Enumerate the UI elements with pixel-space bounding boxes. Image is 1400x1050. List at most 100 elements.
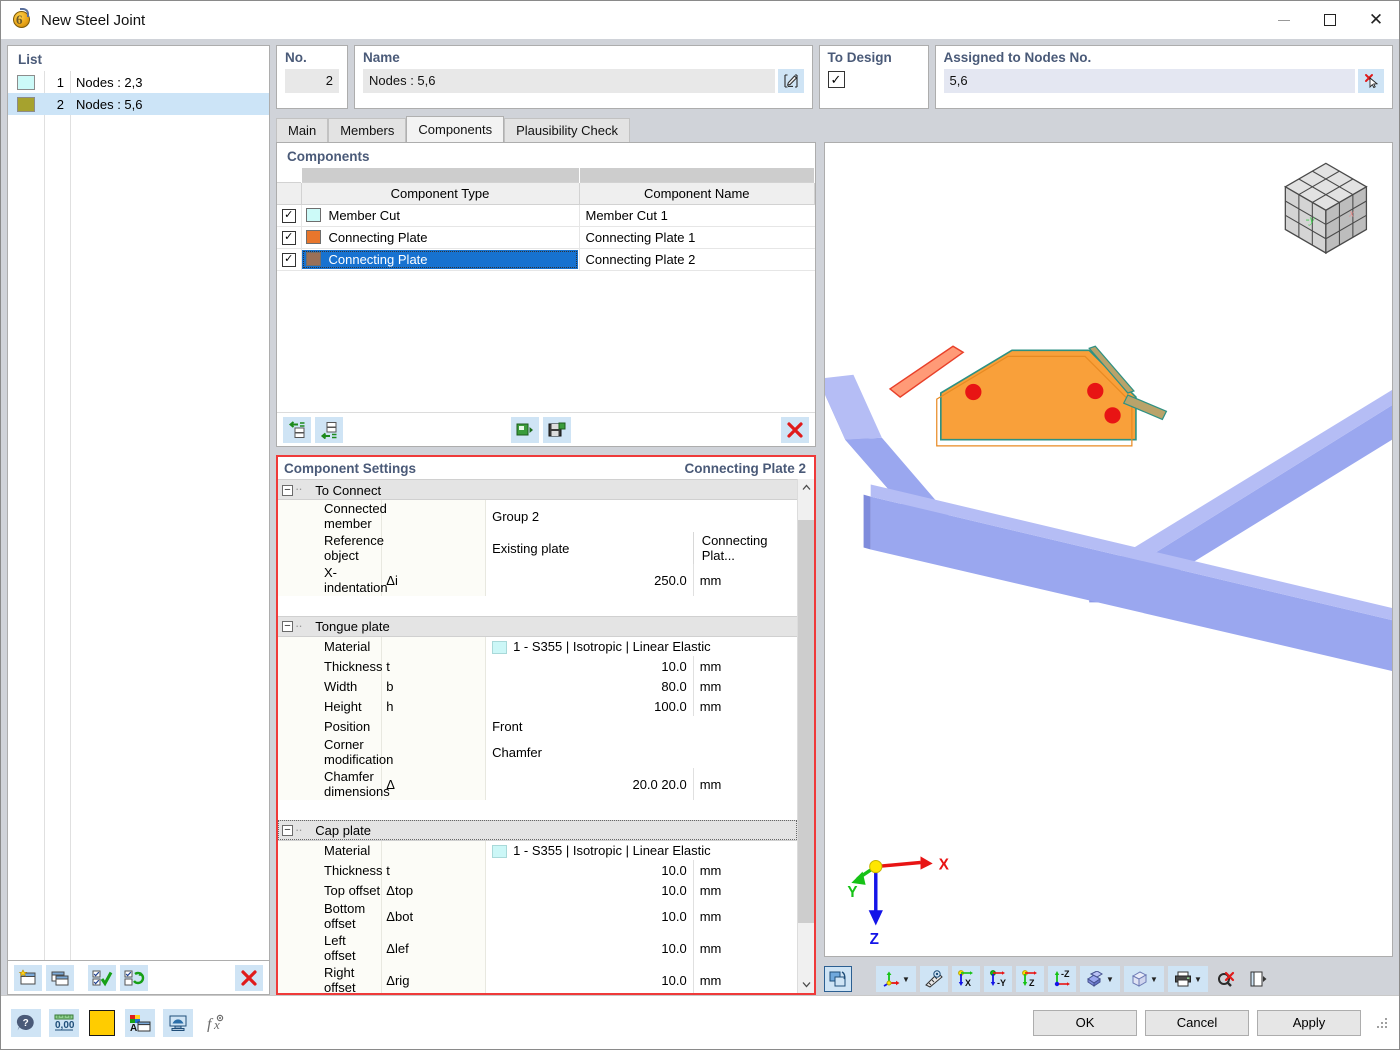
axis-system-button[interactable]: ▼ <box>876 966 916 992</box>
row-checkbox[interactable]: ✓ <box>281 208 296 223</box>
pick-nodes-button[interactable] <box>1358 69 1384 93</box>
view-settings-button[interactable] <box>163 1008 193 1037</box>
list-item[interactable]: 2 Nodes : 5,6 <box>8 93 269 115</box>
row-checkbox-cell[interactable]: ✓ <box>277 226 302 249</box>
settings-row[interactable]: Height h 100.0 mm <box>278 696 797 716</box>
help-button[interactable]: ? <box>11 1008 41 1037</box>
settings-group-header[interactable]: − ·· Cap plate <box>278 819 797 841</box>
scroll-down-button[interactable] <box>798 976 814 993</box>
settings-row-value[interactable]: Group 2 <box>485 499 797 532</box>
edit-name-button[interactable] <box>777 69 804 93</box>
scrollbar-thumb[interactable] <box>798 520 814 924</box>
row-checkbox[interactable]: ✓ <box>281 252 296 267</box>
row-checkbox-cell[interactable]: ✓ <box>277 248 302 271</box>
display-properties-button[interactable]: A <box>125 1008 155 1037</box>
settings-row-value[interactable]: 80.0 <box>485 676 694 696</box>
settings-row-value[interactable]: 10.0 <box>485 656 694 676</box>
scrollbar-track[interactable] <box>798 496 814 976</box>
joint-number-input[interactable] <box>285 69 339 93</box>
settings-row[interactable]: Left offset Δlef 10.0 mm <box>278 932 797 964</box>
chevron-down-icon[interactable]: ▼ <box>1150 975 1158 984</box>
tab-main[interactable]: Main <box>276 118 329 142</box>
table-row[interactable]: ✓ Member Cut Member Cut 1 <box>277 204 815 227</box>
settings-row-value[interactable]: 20.0 20.0 <box>485 768 694 800</box>
resize-grip[interactable] <box>1375 1016 1389 1030</box>
list-item[interactable]: 1 Nodes : 2,3 <box>8 71 269 93</box>
render-mode-button[interactable] <box>824 966 852 992</box>
formula-button[interactable]: f x <box>201 1009 231 1037</box>
invert-selection-button[interactable] <box>120 964 148 991</box>
view-in-y-button[interactable]: -Y <box>984 966 1012 992</box>
maximize-button[interactable] <box>1307 1 1353 39</box>
settings-row[interactable]: Corner modification Chamfer <box>278 736 797 768</box>
settings-row-value[interactable]: 10.0 <box>485 860 694 880</box>
measure-button[interactable] <box>920 966 948 992</box>
delete-joint-button[interactable] <box>235 964 263 991</box>
settings-row[interactable]: X-indentation Δi 250.0 mm <box>278 564 797 596</box>
tab-components[interactable]: Components <box>406 116 505 142</box>
table-row[interactable]: ✓ Connecting Plate Connecting Plate 1 <box>277 226 815 249</box>
table-row[interactable]: ✓ Connecting Plate Connecting Plate 2 <box>277 248 815 271</box>
header-component-type[interactable]: Component Type <box>301 181 580 205</box>
ok-button[interactable]: OK <box>1033 1009 1137 1036</box>
copy-joint-button[interactable] <box>46 964 74 991</box>
chevron-down-icon[interactable]: ▼ <box>1194 975 1202 984</box>
move-component-down-button[interactable] <box>315 416 343 443</box>
settings-row-value[interactable]: 250.0 <box>485 564 694 596</box>
settings-row[interactable]: Position Front <box>278 716 797 736</box>
settings-group-header[interactable]: − ·· Tongue plate <box>278 615 797 637</box>
settings-row[interactable]: Material 1 - S355 | Isotropic | Linear E… <box>278 636 797 656</box>
apply-button[interactable]: Apply <box>1257 1009 1361 1036</box>
new-joint-button[interactable] <box>14 964 42 991</box>
row-type-cell[interactable]: Member Cut <box>301 204 580 227</box>
minimize-button[interactable] <box>1261 1 1307 39</box>
settings-row-value-cell[interactable]: 1 - S355 | Isotropic | Linear Elastic <box>485 840 797 860</box>
print-button[interactable]: ▼ <box>1168 966 1208 992</box>
settings-row[interactable]: Reference object Existing plate Connecti… <box>278 532 797 564</box>
move-component-up-button[interactable] <box>283 416 311 443</box>
view-in-z-button[interactable]: Z <box>1016 966 1044 992</box>
row-type-cell[interactable]: Connecting Plate <box>301 226 580 249</box>
settings-row[interactable]: Connected member Group 2 <box>278 499 797 532</box>
collapse-icon[interactable]: − <box>282 484 293 496</box>
collapse-icon[interactable]: − <box>282 825 293 837</box>
units-decimal-places-button[interactable]: 0,00 <box>49 1008 79 1037</box>
color-swatch-button[interactable] <box>87 1009 117 1037</box>
settings-row-value[interactable]: Existing plate <box>485 532 694 564</box>
delete-component-button[interactable] <box>781 416 809 443</box>
settings-row-value[interactable]: Front <box>485 716 797 736</box>
settings-row-value[interactable]: 10.0 <box>485 932 694 964</box>
save-component-button[interactable] <box>543 416 571 443</box>
assigned-nodes-input[interactable] <box>943 69 1355 93</box>
settings-group-header[interactable]: − ·· To Connect <box>278 479 797 500</box>
display-style-button[interactable]: ▼ <box>1080 966 1120 992</box>
to-design-checkbox[interactable] <box>827 71 845 88</box>
joint-3d-render[interactable]: -y x X Z Y <box>825 143 1392 956</box>
settings-row-value-cell[interactable]: 1 - S355 | Isotropic | Linear Elastic <box>485 636 797 656</box>
tab-plausibility-check[interactable]: Plausibility Check <box>504 118 630 142</box>
view-in-x-button[interactable]: X <box>952 966 980 992</box>
settings-row[interactable]: Thickness t 10.0 mm <box>278 860 797 880</box>
row-checkbox-cell[interactable]: ✓ <box>277 204 302 227</box>
view-perspective-button[interactable]: -Z <box>1048 966 1076 992</box>
settings-row-value[interactable]: Chamfer <box>485 736 797 768</box>
3d-viewport[interactable]: -y x X Z Y <box>824 142 1393 957</box>
row-name-cell[interactable]: Connecting Plate 1 <box>579 226 815 249</box>
navigation-cube[interactable]: -y x <box>1284 162 1368 255</box>
row-name-cell[interactable]: Connecting Plate 2 <box>579 248 815 271</box>
settings-row[interactable]: Width b 80.0 mm <box>278 676 797 696</box>
row-name-cell[interactable]: Member Cut 1 <box>579 204 815 227</box>
panel-toggle-button[interactable] <box>1244 966 1272 992</box>
settings-row[interactable]: Chamfer dimensions Δ 20.0 20.0 mm <box>278 768 797 800</box>
settings-row-extra[interactable]: Connecting Plat... <box>692 532 797 564</box>
settings-scrollbar[interactable] <box>797 479 814 993</box>
close-button[interactable]: ✕ <box>1353 1 1399 39</box>
settings-row[interactable]: Thickness t 10.0 mm <box>278 656 797 676</box>
scroll-up-button[interactable] <box>798 479 814 496</box>
joint-name-input[interactable] <box>363 69 775 93</box>
wireframe-button[interactable]: ▼ <box>1124 966 1164 992</box>
settings-row[interactable]: Material 1 - S355 | Isotropic | Linear E… <box>278 840 797 860</box>
chevron-down-icon[interactable]: ▼ <box>1106 975 1114 984</box>
settings-row-value[interactable]: 100.0 <box>485 696 694 716</box>
settings-row-value[interactable]: 10.0 <box>485 880 694 900</box>
